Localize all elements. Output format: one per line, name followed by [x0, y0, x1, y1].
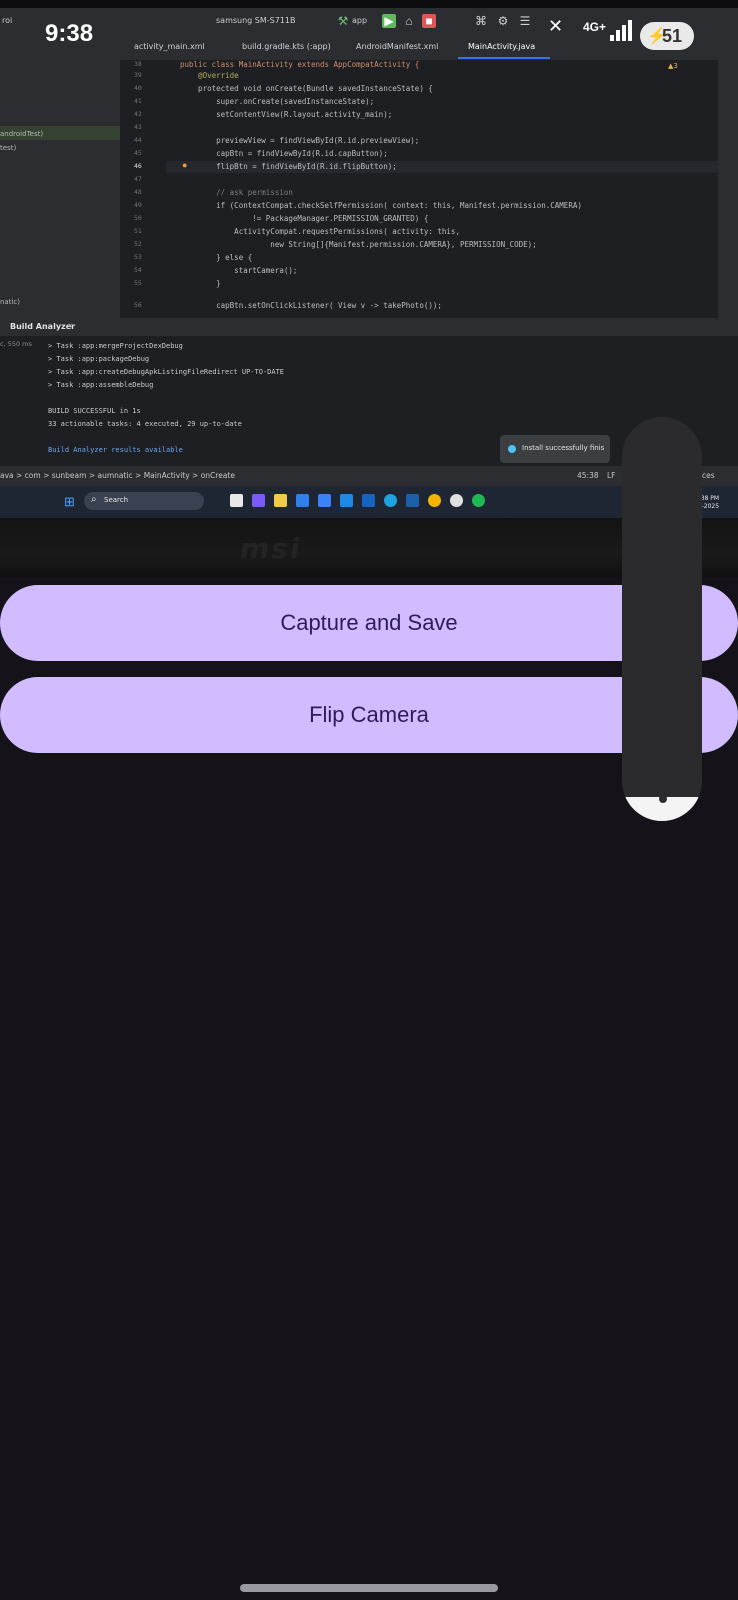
brand-logo: msi — [240, 532, 302, 565]
line-gutter: 38 39 40 41 42 43 44 45 46 47 48 49 50 5… — [120, 60, 166, 318]
line-number: 50 — [134, 214, 142, 222]
app-icon — [450, 494, 463, 507]
line-number: 42 — [134, 110, 142, 118]
build-line: 33 actionable tasks: 4 executed, 29 up-t… — [48, 420, 242, 428]
code-line: setContentView(R.layout.activity_main); — [180, 110, 393, 119]
app-icon — [362, 494, 375, 507]
line-number: 44 — [134, 136, 142, 144]
code-editor: 38 39 40 41 42 43 44 45 46 47 48 49 50 5… — [120, 60, 718, 318]
line-number: 55 — [134, 279, 142, 287]
code-line: super.onCreate(savedInstanceState); — [180, 97, 375, 106]
statusbar-right: ces — [702, 471, 715, 480]
code-line: } — [180, 279, 221, 288]
line-number: 41 — [134, 97, 142, 105]
app-icon — [252, 494, 265, 507]
code-line: ActivityCompat.requestPermissions( activ… — [180, 227, 460, 236]
network-type: 4G+ — [583, 20, 607, 34]
line-number: 51 — [134, 227, 142, 235]
status-time: 9:38 — [45, 20, 94, 47]
build-panel-title: Build Analyzer — [10, 322, 76, 331]
line-number: 39 — [134, 71, 142, 79]
build-line: > Task :app:packageDebug — [48, 355, 150, 363]
code-line: @Override — [180, 71, 239, 80]
code-line: protected void onCreate(Bundle savedInst… — [180, 84, 433, 93]
volume-slider[interactable] — [622, 417, 702, 821]
line-number: 43 — [134, 123, 142, 131]
build-line: > Task :app:assembleDebug — [48, 381, 154, 389]
volume-knob[interactable] — [659, 795, 667, 803]
taskbar-search: ⌕ Search — [84, 492, 204, 510]
build-line: Build Analyzer results available — [48, 446, 183, 454]
search-icon: ⌕ — [91, 494, 97, 505]
code-line: new String[]{Manifest.permission.CAMERA}… — [180, 240, 537, 249]
build-line: BUILD SUCCESSFUL in 1s — [48, 407, 141, 415]
folder-icon — [274, 494, 287, 507]
app-icon — [318, 494, 331, 507]
line-number: 38 — [134, 60, 142, 68]
phone-status-bar: 9:38 ✕ 4G+ ⚡ 51 — [0, 0, 738, 60]
project-pane-item: androidTest) — [0, 130, 44, 138]
warning-count: ▲3 — [668, 62, 678, 70]
code-line: != PackageManager.PERMISSION_GRANTED) { — [180, 214, 429, 223]
line-ending: LF — [607, 471, 616, 480]
project-pane-item: natic) — [0, 298, 20, 306]
mute-icon: ✕ — [548, 16, 564, 36]
code-line: capBtn = findViewById(R.id.capButton); — [180, 149, 388, 158]
edge-icon — [384, 494, 397, 507]
code-line: capBtn.setOnClickListener( View v -> tak… — [180, 301, 442, 310]
code-line: // ask permission — [180, 188, 293, 197]
project-pane: androidTest) test) natic) — [0, 38, 120, 318]
line-number: 47 — [134, 175, 142, 183]
line-number: 45 — [134, 149, 142, 157]
code-line: startCamera(); — [180, 266, 298, 275]
cursor-position: 45:38 — [577, 471, 599, 480]
project-pane-item: test) — [0, 144, 17, 152]
app-icon — [406, 494, 419, 507]
lightbulb-icon: ● — [182, 160, 188, 170]
info-icon — [508, 445, 516, 453]
code-line: } else { — [180, 253, 253, 262]
chrome-icon — [428, 494, 441, 507]
build-line: > Task :app:createDebugApkListingFileRed… — [48, 368, 285, 376]
line-number: 56 — [134, 301, 142, 309]
close-icon: × — [68, 321, 73, 330]
spotify-icon — [472, 494, 485, 507]
breadcrumb: ava > com > sunbeam > aumnatic > MainAct… — [0, 471, 235, 480]
app-icon — [230, 494, 243, 507]
battery-indicator: ⚡ 51 — [640, 22, 694, 50]
signal-icon — [610, 20, 632, 41]
line-number: 49 — [134, 201, 142, 209]
app-icon — [340, 494, 353, 507]
build-line: > Task :app:mergeProjectDexDebug — [48, 342, 183, 350]
gesture-navigation-bar[interactable] — [240, 1584, 498, 1592]
search-label: Search — [104, 496, 129, 504]
line-number: 40 — [134, 84, 142, 92]
code-line: public class MainActivity extends AppCom… — [180, 60, 420, 69]
code-line: if (ContextCompat.checkSelfPermission( c… — [180, 201, 582, 210]
code-line: previewView = findViewById(R.id.previewV… — [180, 136, 420, 145]
build-panel-header: Build Analyzer × — [0, 318, 738, 336]
line-number: 48 — [134, 188, 142, 196]
toast-text: Install successfully finis — [522, 444, 605, 452]
build-duration: c, 550 ms — [0, 340, 32, 348]
app-icon — [296, 494, 309, 507]
right-tool-strip — [718, 60, 738, 318]
line-number: 52 — [134, 240, 142, 248]
code-line: flipBtn = findViewById(R.id.flipButton); — [180, 162, 397, 171]
windows-icon: ⊞ — [64, 494, 75, 509]
battery-level: 51 — [662, 26, 683, 46]
line-number: 53 — [134, 253, 142, 261]
install-toast: Install successfully finis — [500, 435, 610, 463]
line-number: 46 — [134, 162, 142, 170]
line-number: 54 — [134, 266, 142, 274]
